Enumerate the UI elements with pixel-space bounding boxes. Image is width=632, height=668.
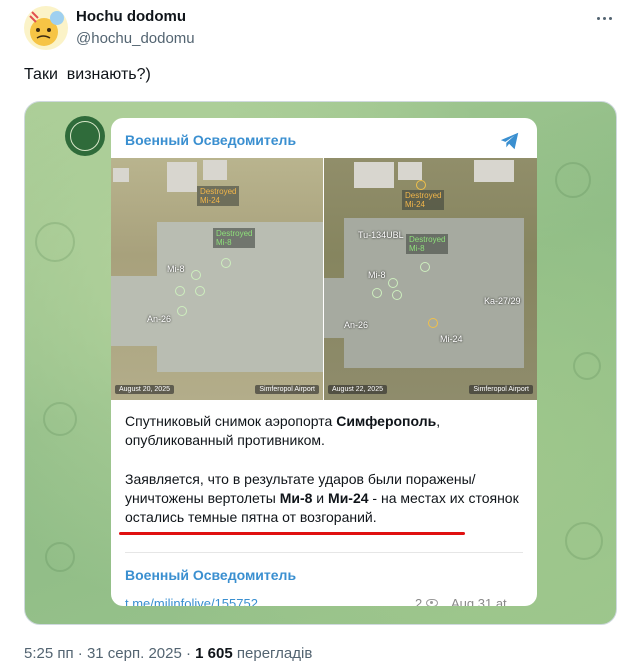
tag-destroyed-mi24: Destroyed Mi-24 [402,190,445,210]
image-caption-date: August 22, 2025 [328,385,387,394]
divider [125,552,523,553]
post-views: 2 [415,596,423,606]
post-paragraph-2: Заявляется, что в результате ударов были… [125,471,519,525]
tweet-date[interactable]: 31 серп. 2025 [87,645,182,662]
eye-icon [426,599,438,606]
label-an26: An-26 [147,314,172,324]
tag-destroyed-mi24: Destroyed Mi-24 [197,186,240,206]
tweet-media-image[interactable]: Военный Осведомитель Destroyed Mi-24 Des… [24,101,617,625]
label-mi8: Mi-8 [167,264,185,274]
image-caption-place: Simferopol Airport [255,385,319,394]
more-icon[interactable] [594,10,614,26]
label-mi8: Mi-8 [368,270,386,280]
telegram-post-card: Военный Осведомитель Destroyed Mi-24 Des… [111,118,537,606]
label-an26: An-26 [344,320,369,330]
tag-destroyed-mi8: Destroyed Mi-8 [213,228,256,248]
tweet-time[interactable]: 5:25 пп [24,645,74,662]
label-tu134: Tu-134UBL [358,230,404,240]
post-paragraph-1: Спутниковый снимок аэропорта Симферополь… [125,413,441,448]
label-ka27: Ka-27/29 [484,296,521,306]
author-name[interactable]: Hochu dodomu [76,8,186,25]
satellite-image-before: Destroyed Mi-24 Destroyed Mi-8 Mi-8 An-2… [111,158,323,400]
views-label: перегладів [236,645,313,662]
label-mi24: Mi-24 [440,334,463,344]
post-date: Aug 31 at 17:23 [451,596,507,606]
post-link: t.me/milinfolive/155752 [125,596,258,606]
channel-name: Военный Осведомитель [125,132,297,148]
telegram-icon [500,132,519,150]
author-avatar[interactable] [24,6,68,50]
views-count: 1 605 [195,645,233,662]
tweet-text: Таки визнають?) [24,66,151,83]
red-underline-annotation [119,532,465,535]
image-caption-date: August 20, 2025 [115,385,174,394]
satellite-image-after: Destroyed Mi-24 Destroyed Mi-8 Tu-134UBL… [324,158,537,400]
footer-channel-name: Военный Осведомитель [125,567,297,583]
avatar-emoji-icon [29,11,64,46]
author-handle[interactable]: @hochu_dodomu [76,30,195,47]
tag-destroyed-mi8: Destroyed Mi-8 [406,234,449,254]
channel-avatar [65,116,105,156]
tweet-meta: 5:25 пп · 31 серп. 2025 · 1 605 переглад… [24,645,313,662]
image-caption-place: Simferopol Airport [469,385,533,394]
